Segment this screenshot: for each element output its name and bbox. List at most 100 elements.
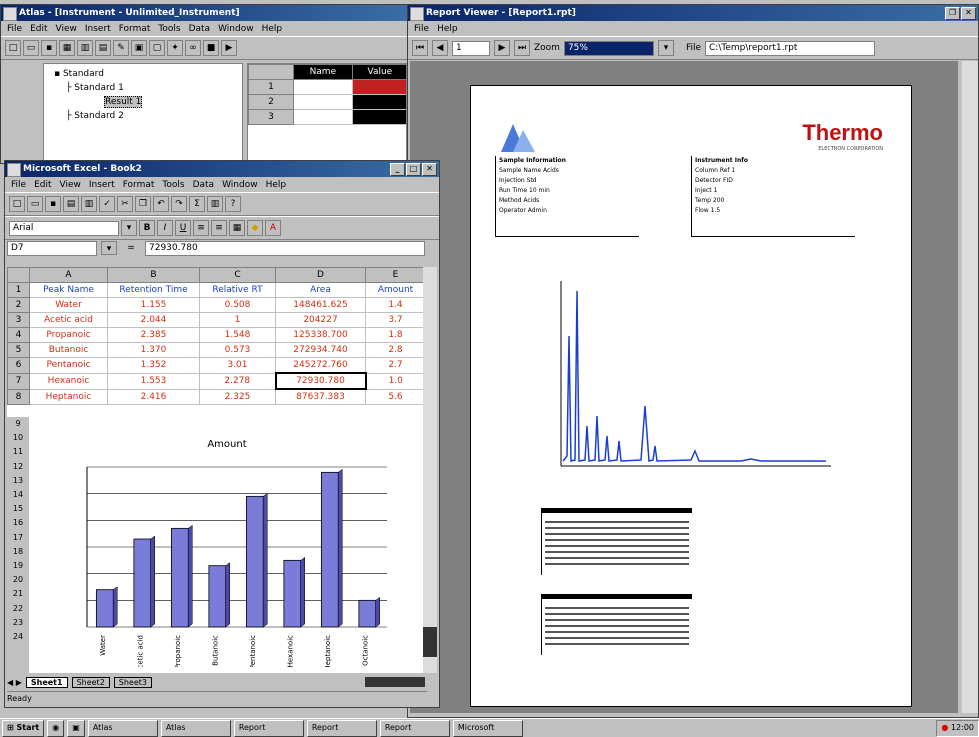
new-icon[interactable]: □ <box>9 196 25 212</box>
zoom-dropdown-icon[interactable]: ▾ <box>657 40 674 56</box>
menu-data[interactable]: Data <box>189 24 211 34</box>
excel-menu-insert[interactable]: Insert <box>89 180 115 190</box>
data-cell[interactable]: 1.155 <box>107 297 200 313</box>
data-cell[interactable]: 1.8 <box>365 327 425 343</box>
data-cell[interactable]: 2.416 <box>107 388 200 405</box>
quick-launch-icon[interactable]: ◉ <box>47 719 65 737</box>
row-header[interactable]: 18 <box>7 545 29 559</box>
taskbar-item[interactable]: Atlas <box>87 719 158 737</box>
column-header[interactable]: B <box>107 267 200 283</box>
excel-menu-format[interactable]: Format <box>123 180 155 190</box>
horizontal-scrollbar[interactable] <box>365 677 425 687</box>
chart-bar[interactable] <box>320 471 339 628</box>
cut-icon[interactable]: ✂ <box>117 196 133 212</box>
data-cell[interactable]: Pentanoic <box>29 357 108 374</box>
data-cell[interactable]: 0.508 <box>199 297 276 313</box>
row-header[interactable]: 23 <box>7 616 29 630</box>
tree-item[interactable]: Result 1 <box>54 95 242 109</box>
column-header[interactable]: A <box>29 267 108 283</box>
excel-title-bar[interactable]: Microsoft Excel - Book2 _ □ ✕ <box>5 161 439 177</box>
excel-menu-window[interactable]: Window <box>222 180 258 190</box>
menu-window[interactable]: Window <box>218 24 254 34</box>
row-header[interactable]: 15 <box>7 502 29 516</box>
taskbar-item[interactable]: Report <box>379 719 450 737</box>
header-cell[interactable]: Peak Name <box>29 282 108 298</box>
align-left-icon[interactable]: ≡ <box>193 220 209 236</box>
data-cell[interactable]: 3.7 <box>365 312 425 328</box>
taskbar-item[interactable]: Report <box>233 719 304 737</box>
spell-icon[interactable]: ✓ <box>99 196 115 212</box>
underline-icon[interactable]: U <box>175 220 191 236</box>
data-cell[interactable]: 87637.383 <box>275 388 366 405</box>
font-size-icon[interactable]: ▾ <box>121 220 137 236</box>
menu-insert[interactable]: Insert <box>85 24 111 34</box>
italic-icon[interactable]: I <box>157 220 173 236</box>
excel-menu-tools[interactable]: Tools <box>162 180 184 190</box>
excel-menu-view[interactable]: View <box>60 180 81 190</box>
formula-input[interactable]: 72930.780 <box>145 240 425 256</box>
stop-icon[interactable]: ■ <box>203 40 219 56</box>
data-cell[interactable]: 204227 <box>275 312 366 328</box>
chart-bar[interactable] <box>170 527 189 628</box>
restore-icon[interactable]: ❐ <box>945 7 960 20</box>
data-cell[interactable]: Hexanoic <box>29 372 108 390</box>
data-cell[interactable]: 125338.700 <box>275 327 366 343</box>
properties-icon[interactable]: ▢ <box>149 40 165 56</box>
data-cell[interactable]: Acetic acid <box>29 312 108 328</box>
tab-scroll-icon[interactable]: ◀ ▶ <box>7 678 22 687</box>
atlas-title-bar[interactable]: Atlas - [Instrument - Unlimited_Instrume… <box>1 5 409 21</box>
active-cell[interactable]: 72930.780 <box>274 372 367 390</box>
sheet-tab[interactable]: Sheet1 <box>25 676 68 688</box>
start-button[interactable]: ⊞ Start <box>2 719 45 737</box>
excel-menu-file[interactable]: File <box>11 180 26 190</box>
row-header[interactable]: 14 <box>7 488 29 502</box>
edit-icon[interactable]: ✎ <box>113 40 129 56</box>
taskbar-item[interactable]: Microsoft <box>452 719 523 737</box>
chart-bar[interactable] <box>95 589 114 628</box>
grid-cell[interactable] <box>351 79 406 95</box>
zoom-select[interactable]: 75% <box>563 40 654 56</box>
maximize-icon[interactable]: □ <box>406 163 421 176</box>
window-icon[interactable]: ▣ <box>131 40 147 56</box>
menu-file[interactable]: File <box>7 24 22 34</box>
tray-icon[interactable]: ● <box>941 723 948 732</box>
header-cell[interactable]: Area <box>275 282 366 298</box>
amount-bar-chart[interactable]: Amount Water Acetic acid Propanoic Butanoic… <box>47 427 407 667</box>
new-icon[interactable]: □ <box>5 40 21 56</box>
grid-icon[interactable]: ▦ <box>59 40 75 56</box>
header-cell[interactable]: Relative RT <box>199 282 276 298</box>
data-cell[interactable]: 2.044 <box>107 312 200 328</box>
data-cell[interactable]: 2.278 <box>199 372 276 390</box>
row-header[interactable]: 21 <box>7 587 29 601</box>
grid-cell[interactable] <box>293 79 353 95</box>
sum-icon[interactable]: Σ <box>189 196 205 212</box>
row-header[interactable]: 16 <box>7 516 29 530</box>
select-all[interactable] <box>7 267 30 283</box>
name-box-dropdown-icon[interactable]: ▾ <box>101 241 117 255</box>
data-cell[interactable]: 0.573 <box>199 342 276 358</box>
data-cell[interactable]: 1 <box>199 312 276 328</box>
data-cell[interactable]: 1.370 <box>107 342 200 358</box>
save-icon[interactable]: ▪ <box>41 40 57 56</box>
chart-bar[interactable] <box>283 559 302 628</box>
menu-edit[interactable]: Edit <box>30 24 47 34</box>
grid-cell[interactable] <box>293 94 353 110</box>
redo-icon[interactable]: ↷ <box>171 196 187 212</box>
row-header[interactable]: 3 <box>7 312 30 328</box>
row-header[interactable]: 19 <box>7 559 29 573</box>
data-cell[interactable]: 2.325 <box>199 388 276 405</box>
save-icon[interactable]: ▪ <box>45 196 61 212</box>
name-box[interactable]: D7 <box>7 240 97 256</box>
grid-cell[interactable] <box>293 109 353 125</box>
menu-tools[interactable]: Tools <box>158 24 180 34</box>
report-vertical-scrollbar[interactable] <box>962 61 978 713</box>
chart-bar[interactable] <box>358 599 377 628</box>
link-icon[interactable]: ∞ <box>185 40 201 56</box>
excel-menu-data[interactable]: Data <box>193 180 215 190</box>
data-cell[interactable]: 1.553 <box>107 372 200 390</box>
column-header[interactable]: C <box>199 267 276 283</box>
excel-vertical-scrollbar[interactable] <box>423 267 437 673</box>
data-cell[interactable]: Water <box>29 297 108 313</box>
next-page-icon[interactable]: ▶ <box>494 40 510 56</box>
header-cell[interactable]: Amount <box>365 282 425 298</box>
